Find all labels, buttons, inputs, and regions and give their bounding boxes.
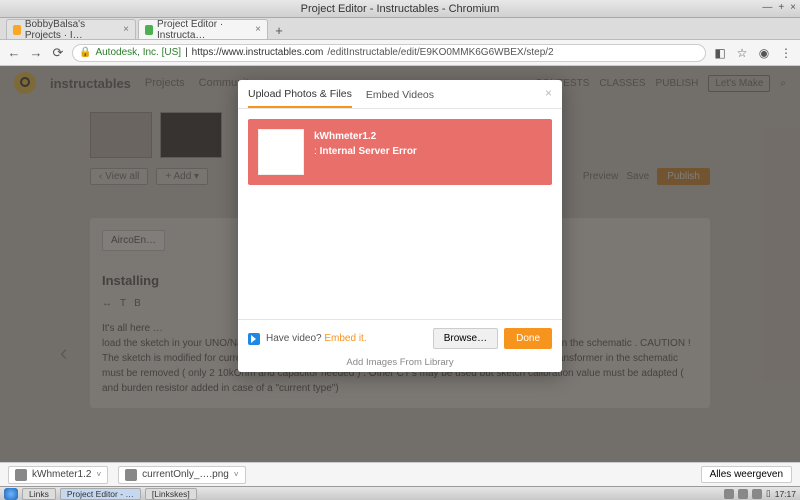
taskbar-app-2[interactable]: [Linkskes]: [145, 488, 197, 500]
user-icon[interactable]: ◉: [756, 45, 772, 61]
video-prompt: Have video? Embed it.: [266, 333, 367, 344]
embed-link[interactable]: Embed it.: [324, 333, 366, 344]
caret-icon[interactable]: ˅: [234, 470, 239, 479]
start-button[interactable]: [4, 488, 18, 500]
taskbar-label: [Linkskes]: [152, 489, 190, 499]
video-q: Have video?: [266, 333, 324, 344]
window-title: Project Editor - Instructables - Chromiu…: [301, 3, 500, 15]
taskbar-links[interactable]: Links: [22, 488, 56, 500]
taskbar-app-1[interactable]: Project Editor - …: [60, 488, 141, 500]
show-all-downloads-button[interactable]: Alles weergeven: [701, 466, 792, 483]
address-bar[interactable]: 🔒 Autodesk, Inc. [US] | https://www.inst…: [72, 44, 706, 62]
menu-icon[interactable]: ⋮: [778, 45, 794, 61]
tab-close-icon[interactable]: ×: [123, 24, 129, 35]
browser-toolbar: ← → ⟳ 🔒 Autodesk, Inc. [US] | https://ww…: [0, 40, 800, 66]
tray-indicator[interactable]: ▯: [766, 488, 771, 499]
addr-sep: |: [185, 47, 188, 58]
download-item-1[interactable]: kWhmeter1.2 ˅: [8, 466, 108, 484]
tab-label: Project Editor · Instructa…: [157, 19, 251, 41]
tray-icon[interactable]: [738, 489, 748, 499]
security-label: Autodesk, Inc. [US]: [95, 47, 181, 58]
window-close-button[interactable]: ×: [790, 2, 796, 13]
addr-path: /editInstructable/edit/E9KO0MMK6G6WBEX/s…: [327, 47, 553, 58]
clock[interactable]: 17:17: [775, 489, 796, 499]
browser-tab-1[interactable]: BobbyBalsa's Projects · I… ×: [6, 19, 136, 39]
taskbar-label: Links: [29, 489, 49, 499]
add-from-library-link[interactable]: Add Images From Library: [238, 357, 562, 372]
file-icon: [15, 469, 27, 481]
window-titlebar: Project Editor - Instructables - Chromiu…: [0, 0, 800, 18]
file-icon: [125, 469, 137, 481]
forward-button[interactable]: →: [28, 45, 44, 61]
tray-icon[interactable]: [752, 489, 762, 499]
modal-tabs: Upload Photos & Files Embed Videos ×: [238, 80, 562, 109]
tab-upload[interactable]: Upload Photos & Files: [248, 88, 352, 108]
tab-close-icon[interactable]: ×: [255, 24, 261, 35]
new-tab-button[interactable]: +: [270, 21, 288, 39]
downloads-bar: kWhmeter1.2 ˅ currentOnly_….png ˅ Alles …: [0, 462, 800, 486]
browser-tabstrip: BobbyBalsa's Projects · I… × Project Edi…: [0, 18, 800, 40]
back-button[interactable]: ←: [6, 45, 22, 61]
upload-modal: Upload Photos & Files Embed Videos × kWh…: [238, 80, 562, 372]
modal-footer: Have video? Embed it. Browse… Done: [238, 319, 562, 357]
system-tray: ▯ 17:17: [724, 488, 796, 499]
tray-icon[interactable]: [724, 489, 734, 499]
tab-label: BobbyBalsa's Projects · I…: [25, 19, 119, 41]
extension-icon[interactable]: ◧: [712, 45, 728, 61]
taskbar-label: Project Editor - …: [67, 489, 134, 499]
modal-close-button[interactable]: ×: [545, 86, 552, 100]
browse-button[interactable]: Browse…: [433, 328, 498, 349]
upload-error-text: kWhmeter1.2 : Internal Server Error: [314, 129, 417, 159]
os-taskbar: Links Project Editor - … [Linkskes] ▯ 17…: [0, 486, 800, 500]
favicon-icon: [145, 25, 153, 35]
window-min-button[interactable]: —: [762, 2, 772, 13]
play-icon: [248, 333, 260, 345]
download-filename: kWhmeter1.2: [32, 469, 91, 480]
bookmark-icon[interactable]: ☆: [734, 45, 750, 61]
download-filename: currentOnly_….png: [142, 469, 229, 480]
window-buttons: — + ×: [762, 2, 796, 13]
download-item-2[interactable]: currentOnly_….png ˅: [118, 466, 245, 484]
browser-tab-2[interactable]: Project Editor · Instructa… ×: [138, 19, 268, 39]
upload-error-box: kWhmeter1.2 : Internal Server Error: [248, 119, 552, 185]
upload-error-line: : Internal Server Error: [314, 144, 417, 159]
reload-button[interactable]: ⟳: [50, 45, 66, 61]
favicon-icon: [13, 25, 21, 35]
err-message: Internal Server Error: [320, 146, 417, 157]
addr-host: https://www.instructables.com: [192, 47, 324, 58]
upload-thumb: [258, 129, 304, 175]
tab-embed[interactable]: Embed Videos: [366, 89, 434, 107]
caret-icon[interactable]: ˅: [96, 470, 101, 479]
lock-icon: 🔒: [79, 47, 91, 58]
done-button[interactable]: Done: [504, 328, 552, 349]
upload-filename: kWhmeter1.2: [314, 129, 417, 144]
window-max-button[interactable]: +: [778, 2, 784, 13]
modal-body: kWhmeter1.2 : Internal Server Error: [238, 109, 562, 319]
